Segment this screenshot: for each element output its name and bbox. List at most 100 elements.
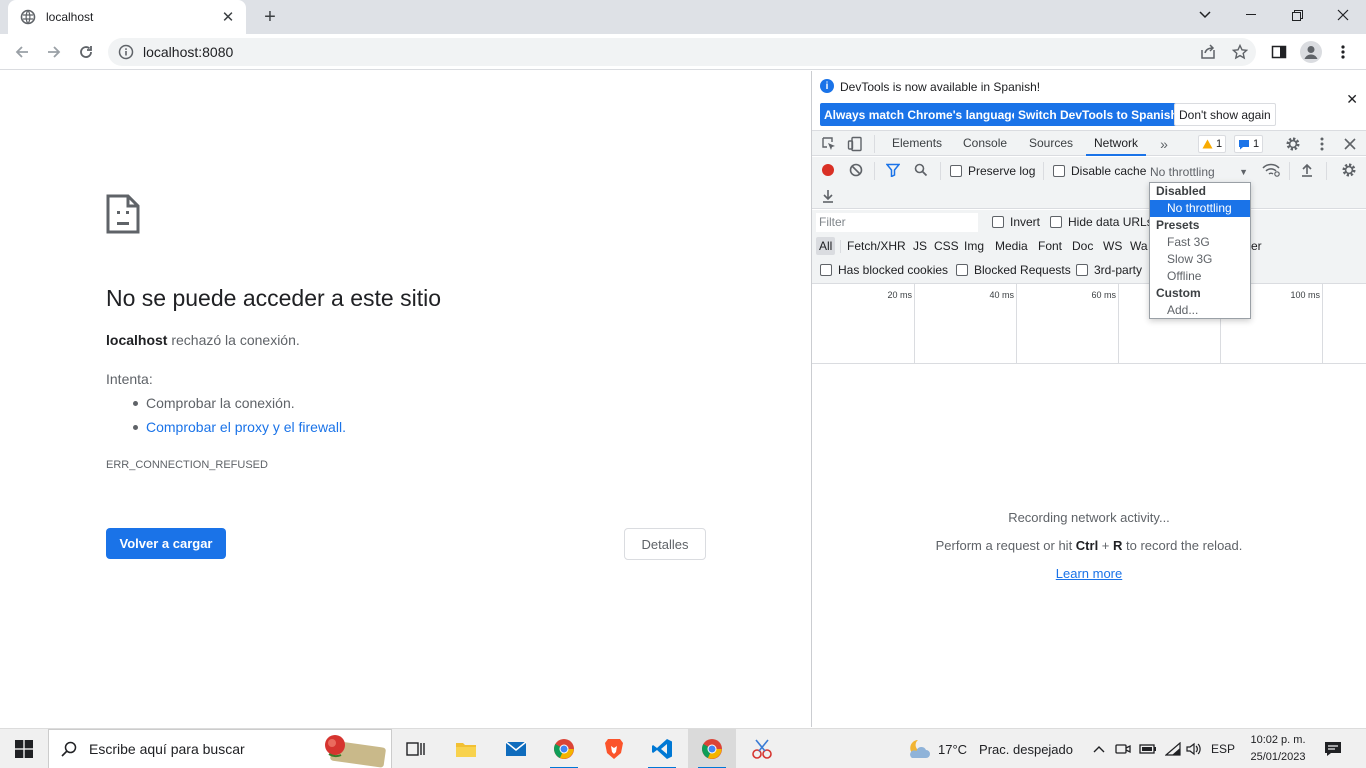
- type-filter-doc[interactable]: Doc: [1069, 237, 1096, 255]
- more-tabs-icon[interactable]: »: [1155, 135, 1173, 153]
- hide-data-urls-checkbox[interactable]: [1050, 216, 1062, 228]
- filter-funnel-icon[interactable]: [884, 161, 902, 179]
- restore-button[interactable]: [1274, 0, 1320, 30]
- browser-tab[interactable]: localhost ✕: [8, 0, 246, 34]
- device-toolbar-icon[interactable]: [846, 135, 864, 153]
- network-settings-gear-icon[interactable]: [1340, 161, 1358, 179]
- blocked-requests-option[interactable]: Blocked Requests: [956, 263, 1071, 277]
- windows-logo-icon: [15, 740, 33, 758]
- tab-sources[interactable]: Sources: [1021, 131, 1081, 156]
- close-devtools-icon[interactable]: [1341, 135, 1359, 153]
- back-button[interactable]: [10, 40, 34, 64]
- tab-network[interactable]: Network: [1086, 131, 1147, 156]
- type-filter-all[interactable]: All: [816, 237, 836, 255]
- hide-data-urls-option[interactable]: Hide data URLs: [1050, 215, 1153, 229]
- type-filter-media[interactable]: Media: [992, 237, 1031, 255]
- chrome-active-app-button[interactable]: [688, 729, 736, 768]
- close-window-button[interactable]: [1320, 0, 1366, 30]
- disable-cache-option[interactable]: Disable cache: [1053, 164, 1146, 178]
- preserve-log-option[interactable]: Preserve log: [950, 164, 1035, 178]
- export-har-icon[interactable]: [819, 187, 837, 205]
- reload-page-button[interactable]: Volver a cargar: [106, 528, 226, 559]
- settings-gear-icon[interactable]: [1284, 135, 1302, 153]
- show-hidden-icons-chevron-icon[interactable]: [1090, 729, 1108, 768]
- type-filter-fetch-xhr[interactable]: Fetch/XHR: [844, 237, 909, 255]
- notification-center-icon[interactable]: [1320, 729, 1346, 768]
- volume-icon[interactable]: [1184, 729, 1204, 768]
- brave-app-button[interactable]: [590, 729, 638, 768]
- profile-avatar[interactable]: [1299, 40, 1323, 64]
- clear-icon[interactable]: [847, 161, 865, 179]
- third-party-checkbox[interactable]: [1076, 264, 1088, 276]
- minimize-button[interactable]: [1228, 0, 1274, 30]
- close-tab-icon[interactable]: ✕: [220, 9, 236, 26]
- network-overview-timeline[interactable]: 20 ms 40 ms 60 ms 100 ms: [812, 284, 1366, 364]
- warnings-badge[interactable]: 1: [1198, 135, 1227, 153]
- close-infobar-icon[interactable]: ✕: [1346, 91, 1358, 108]
- wifi-icon[interactable]: [1162, 729, 1184, 768]
- share-icon[interactable]: [1196, 40, 1220, 64]
- has-blocked-cookies-option[interactable]: Has blocked cookies: [820, 263, 948, 277]
- network-conditions-icon[interactable]: [1262, 161, 1280, 179]
- task-view-button[interactable]: [392, 729, 440, 768]
- side-panel-icon[interactable]: [1267, 40, 1291, 64]
- third-party-option[interactable]: 3rd-party: [1076, 263, 1142, 277]
- mail-button[interactable]: [492, 729, 540, 768]
- import-har-icon[interactable]: [1298, 161, 1316, 179]
- invert-checkbox[interactable]: [992, 216, 1004, 228]
- type-filter-js[interactable]: JS: [910, 237, 930, 255]
- has-blocked-cookies-checkbox[interactable]: [820, 264, 832, 276]
- menu-item-slow-3g[interactable]: Slow 3G: [1150, 251, 1250, 268]
- tab-console[interactable]: Console: [955, 131, 1015, 156]
- weather-widget[interactable]: 17°C Prac. despejado: [906, 729, 1073, 768]
- system-clock[interactable]: 10:02 p. m. 25/01/2023: [1240, 732, 1316, 766]
- battery-icon[interactable]: [1137, 729, 1159, 768]
- disable-cache-checkbox[interactable]: [1053, 165, 1065, 177]
- switch-to-spanish-button[interactable]: Switch DevTools to Spanish: [1014, 103, 1182, 126]
- site-info-icon[interactable]: [118, 44, 134, 60]
- forward-button[interactable]: [42, 40, 66, 64]
- blocked-requests-checkbox[interactable]: [956, 264, 968, 276]
- reload-button[interactable]: [74, 40, 98, 64]
- inspect-element-icon[interactable]: [820, 135, 838, 153]
- type-filter-ws[interactable]: WS: [1100, 237, 1125, 255]
- type-filter-wasm[interactable]: Wa: [1127, 237, 1151, 255]
- preserve-log-checkbox[interactable]: [950, 165, 962, 177]
- filter-input[interactable]: Filter: [816, 213, 978, 232]
- snipping-tool-button[interactable]: [738, 729, 786, 768]
- input-language-indicator[interactable]: ESP: [1208, 729, 1238, 768]
- throttling-select[interactable]: No throttling ▼: [1150, 163, 1252, 181]
- address-bar[interactable]: localhost:8080: [108, 38, 1256, 66]
- meet-now-icon[interactable]: [1113, 729, 1133, 768]
- menu-item-no-throttling[interactable]: No throttling: [1150, 200, 1250, 217]
- reload-hint-post: to record the reload.: [1122, 538, 1243, 553]
- search-icon[interactable]: [912, 161, 930, 179]
- menu-item-fast-3g[interactable]: Fast 3G: [1150, 234, 1250, 251]
- record-icon[interactable]: [819, 161, 837, 179]
- taskbar-search-box[interactable]: Escribe aquí para buscar: [48, 729, 392, 768]
- vscode-icon: [652, 739, 672, 759]
- chrome-menu-icon[interactable]: [1331, 40, 1355, 64]
- new-tab-button[interactable]: +: [256, 5, 284, 29]
- menu-item-add[interactable]: Add...: [1150, 302, 1250, 319]
- messages-badge[interactable]: 1: [1234, 135, 1264, 153]
- type-filter-img[interactable]: Img: [961, 237, 987, 255]
- learn-more-link[interactable]: Learn more: [812, 566, 1366, 581]
- type-filter-font[interactable]: Font: [1035, 237, 1065, 255]
- start-button[interactable]: [0, 729, 48, 768]
- vscode-app-button[interactable]: [638, 729, 686, 768]
- menu-item-offline[interactable]: Offline: [1150, 268, 1250, 285]
- tab-search-icon[interactable]: [1182, 0, 1228, 30]
- invert-option[interactable]: Invert: [992, 215, 1040, 229]
- tab-elements[interactable]: Elements: [884, 131, 950, 156]
- type-filter-css[interactable]: CSS: [931, 237, 962, 255]
- always-match-language-button[interactable]: Always match Chrome's language: [820, 103, 1023, 126]
- dont-show-again-button[interactable]: Don't show again: [1174, 103, 1276, 126]
- ctrl-key: Ctrl: [1075, 538, 1099, 553]
- chrome-app-button[interactable]: [540, 729, 588, 768]
- devtools-menu-icon[interactable]: [1313, 135, 1331, 153]
- bookmark-star-icon[interactable]: [1228, 40, 1252, 64]
- details-button[interactable]: Detalles: [624, 528, 706, 560]
- file-explorer-button[interactable]: [442, 729, 490, 768]
- suggestion-check-proxy-link[interactable]: Comprobar el proxy y el firewall.: [133, 419, 346, 443]
